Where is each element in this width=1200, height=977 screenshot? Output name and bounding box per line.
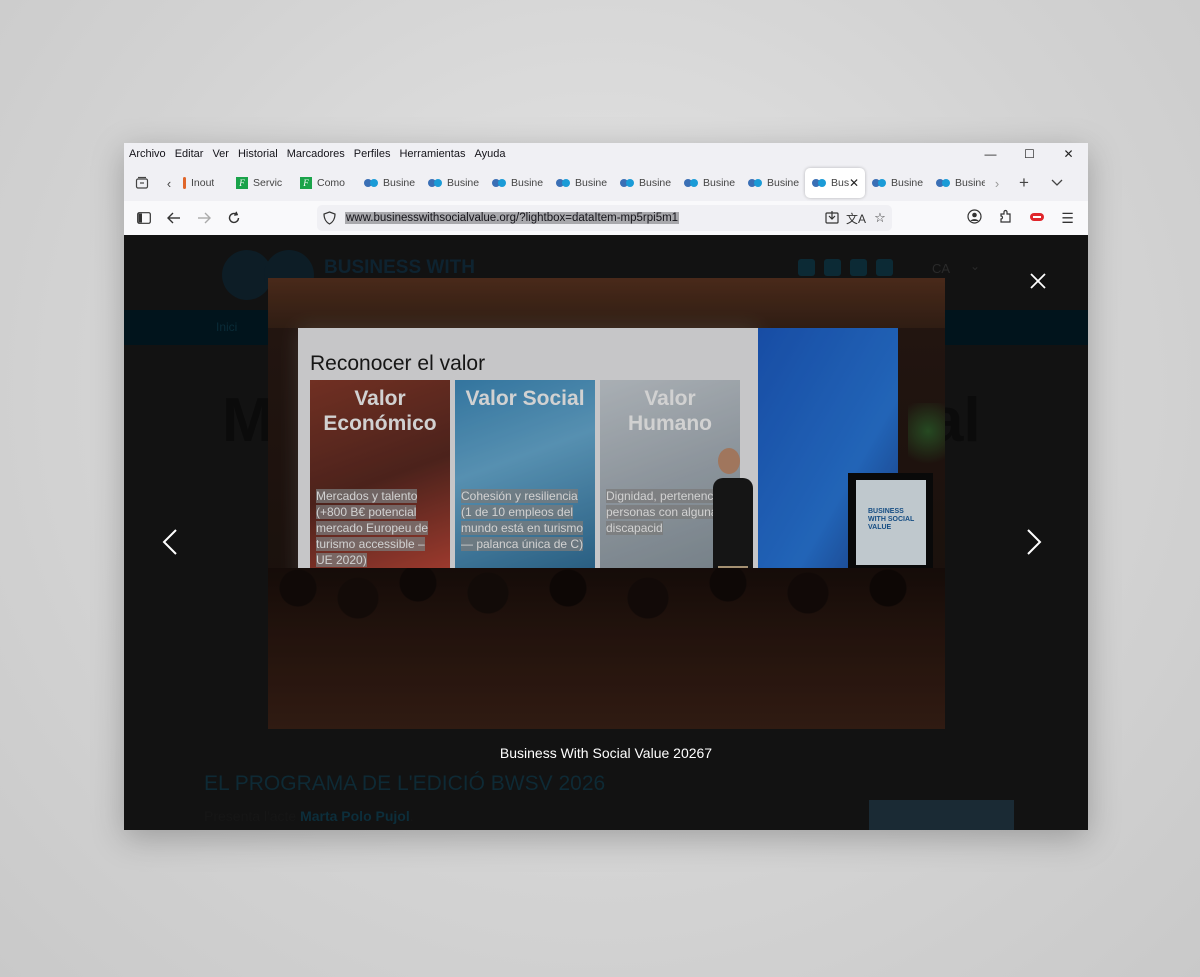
menu-bar: Archivo Editar Ver Historial Marcadores … [124, 143, 1088, 165]
extensions-icon[interactable] [990, 209, 1021, 227]
tab[interactable]: Busine [421, 168, 485, 198]
url-bar[interactable]: www.businesswithsocialvalue.org/?lightbo… [317, 205, 892, 231]
menu-perfiles[interactable]: Perfiles [354, 148, 391, 160]
sidebar-icon[interactable] [129, 203, 159, 233]
page-content: BUSINESS WITH CA ⌄ Inici M al EL PROGRAM… [124, 235, 1088, 830]
hero-title-left: M [222, 386, 274, 455]
tab[interactable]: Busine [357, 168, 421, 198]
bwsv-icon [428, 179, 442, 187]
download-icon[interactable] [820, 210, 844, 227]
orange-bar-icon [183, 177, 186, 189]
facebook-icon[interactable] [850, 259, 867, 276]
bwsv-icon [748, 179, 762, 187]
tab[interactable]: Busine [741, 168, 805, 198]
menu-herramientas[interactable]: Herramientas [399, 148, 465, 160]
tab[interactable]: Busine [929, 168, 985, 198]
navigation-bar: www.businesswithsocialvalue.org/?lightbo… [124, 201, 1088, 235]
program-title: EL PROGRAMA DE L'EDICIÓ BWSV 2026 [204, 772, 606, 795]
menu-ver[interactable]: Ver [212, 148, 229, 160]
scroll-tabs-right-icon[interactable]: › [985, 169, 1009, 197]
scroll-tabs-left-icon[interactable]: ‹ [157, 169, 181, 197]
new-tab-icon[interactable]: + [1009, 169, 1039, 197]
browser-window: Archivo Editar Ver Historial Marcadores … [124, 143, 1088, 830]
maximize-button[interactable]: ☐ [1010, 143, 1049, 165]
bwsv-icon [364, 179, 378, 187]
bwsv-icon [492, 179, 506, 187]
menu-ayuda[interactable]: Ayuda [474, 148, 505, 160]
minimize-button[interactable]: — [971, 143, 1010, 165]
bwsv-icon [556, 179, 570, 187]
account-icon[interactable] [959, 209, 990, 227]
tab-groups-icon[interactable] [127, 169, 157, 197]
tab[interactable]: Busine [485, 168, 549, 198]
bwsv-icon [684, 179, 698, 187]
list-tabs-icon[interactable] [1039, 169, 1075, 197]
shield-icon[interactable] [323, 211, 336, 230]
nav-item-inici[interactable]: Inici [216, 320, 237, 334]
menu-archivo[interactable]: Archivo [129, 148, 166, 160]
presenter-link[interactable]: Marta Polo Pujol [300, 808, 410, 824]
f-green-icon: F [300, 177, 312, 189]
chevron-down-icon[interactable]: ⌄ [970, 259, 980, 273]
addon-red-icon[interactable] [1021, 210, 1052, 226]
toolbar-right: ☰ [959, 201, 1088, 235]
reload-icon[interactable] [219, 203, 249, 233]
lightbox-prev-icon[interactable] [162, 528, 178, 564]
menu-hamburger-icon[interactable]: ☰ [1052, 210, 1083, 227]
window-controls: — ☐ ✕ [971, 143, 1088, 165]
url-bar-actions: 文A ☆ [820, 205, 892, 231]
linkedin-icon[interactable] [798, 259, 815, 276]
tab[interactable]: Busine [549, 168, 613, 198]
menu-editar[interactable]: Editar [175, 148, 204, 160]
tab[interactable]: Inout [181, 168, 229, 198]
bookmark-star-icon[interactable]: ☆ [868, 210, 892, 226]
close-tab-icon[interactable]: ✕ [849, 176, 859, 190]
tab[interactable]: Busine [613, 168, 677, 198]
lightbox-image: Reconocer el valor Valor Económico Merca… [268, 278, 945, 729]
tab[interactable]: Busine [677, 168, 741, 198]
tab[interactable]: Busine [865, 168, 929, 198]
photo-shade [268, 278, 945, 729]
lightbox-close-icon[interactable] [1026, 271, 1050, 295]
back-arrow-icon[interactable] [159, 203, 189, 233]
bwsv-icon [872, 179, 886, 187]
bwsv-icon [936, 179, 950, 187]
close-window-button[interactable]: ✕ [1049, 143, 1088, 165]
side-image [869, 800, 1014, 830]
menu-marcadores[interactable]: Marcadores [287, 148, 345, 160]
instagram-icon[interactable] [824, 259, 841, 276]
lightbox-caption: Business With Social Value 20267 [499, 745, 713, 761]
site-brand: BUSINESS WITH [324, 257, 475, 278]
menu-historial[interactable]: Historial [238, 148, 278, 160]
x-icon[interactable] [876, 259, 893, 276]
tab-bar: ‹ Inout F Servic F Como Busine Busine Bu… [124, 165, 1088, 201]
tab-active[interactable]: Bus ✕ [805, 168, 865, 198]
f-green-icon: F [236, 177, 248, 189]
forward-arrow-icon[interactable] [189, 203, 219, 233]
language-selector[interactable]: CA [932, 261, 950, 276]
bwsv-icon [620, 179, 634, 187]
tab[interactable]: F Servic [229, 168, 293, 198]
program-line: Presenta l'acte Marta Polo Pujol. [204, 808, 414, 824]
tab[interactable]: F Como [293, 168, 357, 198]
url-text[interactable]: www.businesswithsocialvalue.org/?lightbo… [345, 212, 680, 224]
translate-icon[interactable]: 文A [844, 210, 868, 227]
bwsv-icon [812, 179, 826, 187]
lightbox-next-icon[interactable] [1026, 528, 1042, 564]
